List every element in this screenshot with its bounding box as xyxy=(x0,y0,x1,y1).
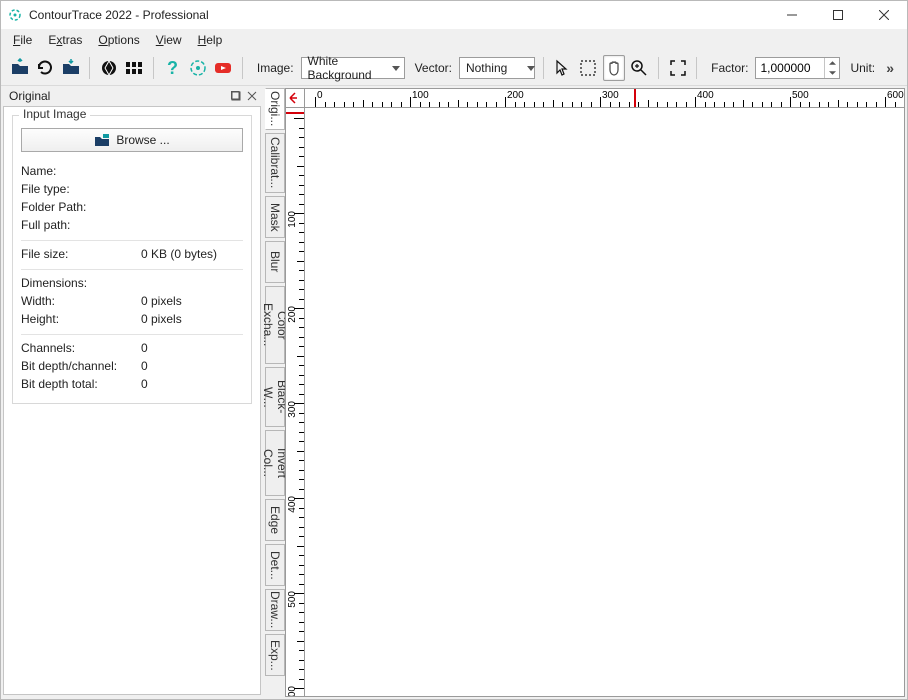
grid-icon[interactable] xyxy=(124,55,145,81)
canvas-area: 0100200300400500600 100200300400500600 xyxy=(285,86,907,699)
svg-text:?: ? xyxy=(167,58,178,78)
fit-screen-icon[interactable] xyxy=(667,55,688,81)
panel-title: Original xyxy=(9,89,227,103)
row-folder-label: Folder Path: xyxy=(21,200,141,214)
hand-tool-icon[interactable] xyxy=(603,55,625,81)
app-window: ContourTrace 2022 - Professional File Ex… xyxy=(0,0,908,700)
row-dimensions-label: Dimensions: xyxy=(21,276,141,290)
chevron-down-icon xyxy=(527,66,535,71)
save-folder-icon[interactable] xyxy=(60,55,81,81)
vtab-original[interactable]: Origi... xyxy=(265,88,285,130)
window-title: ContourTrace 2022 - Professional xyxy=(29,8,209,22)
vtab-draw[interactable]: Draw... xyxy=(265,589,285,631)
menu-options[interactable]: Options xyxy=(90,31,147,49)
browse-label: Browse ... xyxy=(116,133,169,147)
spin-down-icon[interactable] xyxy=(825,68,839,78)
folder-open-icon xyxy=(94,133,110,147)
panel-body: Input Image Browse ... Name: File type: … xyxy=(3,106,261,695)
vector-dropdown-label: Vector: xyxy=(409,61,455,75)
image-dropdown-label: Image: xyxy=(251,61,297,75)
spin-up-icon[interactable] xyxy=(825,58,839,68)
menu-extras[interactable]: Extras xyxy=(40,31,90,49)
unit-label: Unit: xyxy=(844,61,878,75)
ruler-corner xyxy=(285,88,305,108)
panel-close-icon[interactable] xyxy=(245,89,259,103)
browse-button[interactable]: Browse ... xyxy=(21,128,243,152)
vtab-invert-colors[interactable]: Invert Col... xyxy=(265,430,285,496)
vertical-ruler: 100200300400500600 xyxy=(285,108,305,697)
row-width-value: 0 pixels xyxy=(141,294,182,308)
image-dropdown-value: White Background xyxy=(308,54,372,82)
row-channels-label: Channels: xyxy=(21,341,141,355)
logo-icon[interactable] xyxy=(187,55,208,81)
vtab-calibrate[interactable]: Calibrat... xyxy=(265,133,285,193)
panel-detach-icon[interactable] xyxy=(229,89,243,103)
help-icon[interactable]: ? xyxy=(162,55,183,81)
close-button[interactable] xyxy=(861,1,907,29)
row-bpt-label: Bit depth total: xyxy=(21,377,141,391)
row-height-value: 0 pixels xyxy=(141,312,182,326)
left-panel: Original Input Image Browse ... Name: Fi… xyxy=(1,86,263,699)
vtab-export[interactable]: Exp... xyxy=(265,634,285,676)
vtab-color-exchange[interactable]: Color Excha... xyxy=(265,286,285,364)
app-icon xyxy=(7,7,23,23)
row-filetype-label: File type: xyxy=(21,182,141,196)
side-tabs: Origi... Calibrat... Mask Blur Color Exc… xyxy=(263,86,285,699)
marquee-tool-icon[interactable] xyxy=(577,55,598,81)
menu-file[interactable]: File xyxy=(5,31,40,49)
factor-input[interactable] xyxy=(756,58,824,78)
canvas[interactable] xyxy=(305,108,905,697)
chevron-down-icon xyxy=(392,66,400,71)
row-channels-value: 0 xyxy=(141,341,148,355)
toolbar: ? Image: White Background Vector: Nothin… xyxy=(1,51,907,86)
row-width-label: Width: xyxy=(21,294,141,308)
toolbar-more-icon[interactable]: » xyxy=(882,60,901,76)
factor-spinbox[interactable] xyxy=(755,57,840,79)
menu-view[interactable]: View xyxy=(148,31,190,49)
minimize-button[interactable] xyxy=(769,1,815,29)
content-area: Original Input Image Browse ... Name: Fi… xyxy=(1,86,907,699)
vtab-blur[interactable]: Blur xyxy=(265,241,285,283)
open-folder-icon[interactable] xyxy=(9,55,30,81)
group-title: Input Image xyxy=(19,107,90,121)
vtab-edge[interactable]: Edge xyxy=(265,499,285,541)
row-name-label: Name: xyxy=(21,164,141,178)
row-filesize-value: 0 KB (0 bytes) xyxy=(141,247,217,261)
vector-dropdown-value: Nothing xyxy=(466,61,507,75)
menu-help[interactable]: Help xyxy=(190,31,231,49)
horizontal-ruler: 0100200300400500600 xyxy=(305,88,905,108)
vector-dropdown[interactable]: Nothing xyxy=(459,57,535,79)
row-fullpath-label: Full path: xyxy=(21,218,141,232)
youtube-icon[interactable] xyxy=(213,55,234,81)
row-height-label: Height: xyxy=(21,312,141,326)
panel-titlebar: Original xyxy=(3,86,261,106)
row-bpt-value: 0 xyxy=(141,377,148,391)
title-bar: ContourTrace 2022 - Professional xyxy=(1,1,907,29)
menu-bar: File Extras Options View Help xyxy=(1,29,907,51)
maximize-button[interactable] xyxy=(815,1,861,29)
image-dropdown[interactable]: White Background xyxy=(301,57,405,79)
vtab-detect[interactable]: Det... xyxy=(265,544,285,586)
vtab-black-white[interactable]: Black-W... xyxy=(265,367,285,427)
row-bpp-value: 0 xyxy=(141,359,148,373)
row-filesize-label: File size: xyxy=(21,247,141,261)
vtab-mask[interactable]: Mask xyxy=(265,196,285,238)
zoom-tool-icon[interactable] xyxy=(629,55,650,81)
input-image-group: Input Image Browse ... Name: File type: … xyxy=(12,115,252,404)
reload-icon[interactable] xyxy=(34,55,55,81)
aperture-icon[interactable] xyxy=(98,55,119,81)
pointer-tool-icon[interactable] xyxy=(552,55,573,81)
factor-label: Factor: xyxy=(705,61,751,75)
row-bpp-label: Bit depth/channel: xyxy=(21,359,141,373)
